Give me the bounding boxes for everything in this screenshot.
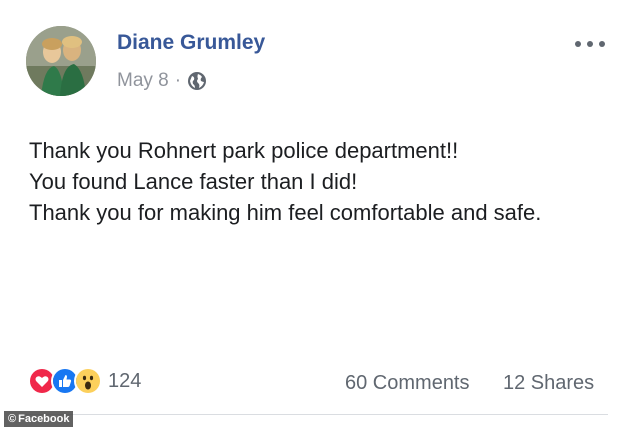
globe-icon[interactable]	[187, 71, 207, 91]
reaction-count: 124	[108, 369, 142, 392]
shares-count-link[interactable]: 12 Shares	[503, 372, 594, 395]
credit-text: Facebook	[18, 413, 70, 425]
footer-divider	[26, 414, 608, 415]
comments-count-link[interactable]: 60 Comments	[345, 372, 470, 395]
meta-separator: ·	[174, 70, 182, 91]
avatar[interactable]	[26, 26, 96, 96]
post-text-line: Thank you Rohnert park police department…	[29, 138, 459, 163]
facebook-post: Diane Grumley May 8 · Thank you Rohnert …	[0, 0, 634, 427]
wow-reaction-icon	[74, 367, 102, 395]
post-date[interactable]: May 8	[117, 70, 169, 92]
post-text-line: Thank you for making him feel comfortabl…	[29, 200, 542, 225]
post-meta: May 8 ·	[117, 70, 207, 92]
image-credit: © Facebook	[4, 411, 74, 427]
post-text-line: You found Lance faster than I did!	[29, 169, 358, 194]
copyright-symbol: ©	[8, 413, 17, 425]
more-options-icon[interactable]	[572, 36, 608, 52]
reactions-summary[interactable]: 124	[28, 366, 141, 396]
author-name[interactable]: Diane Grumley	[117, 31, 265, 55]
post-text: Thank you Rohnert park police department…	[29, 135, 541, 228]
avatar-photo	[26, 26, 96, 96]
